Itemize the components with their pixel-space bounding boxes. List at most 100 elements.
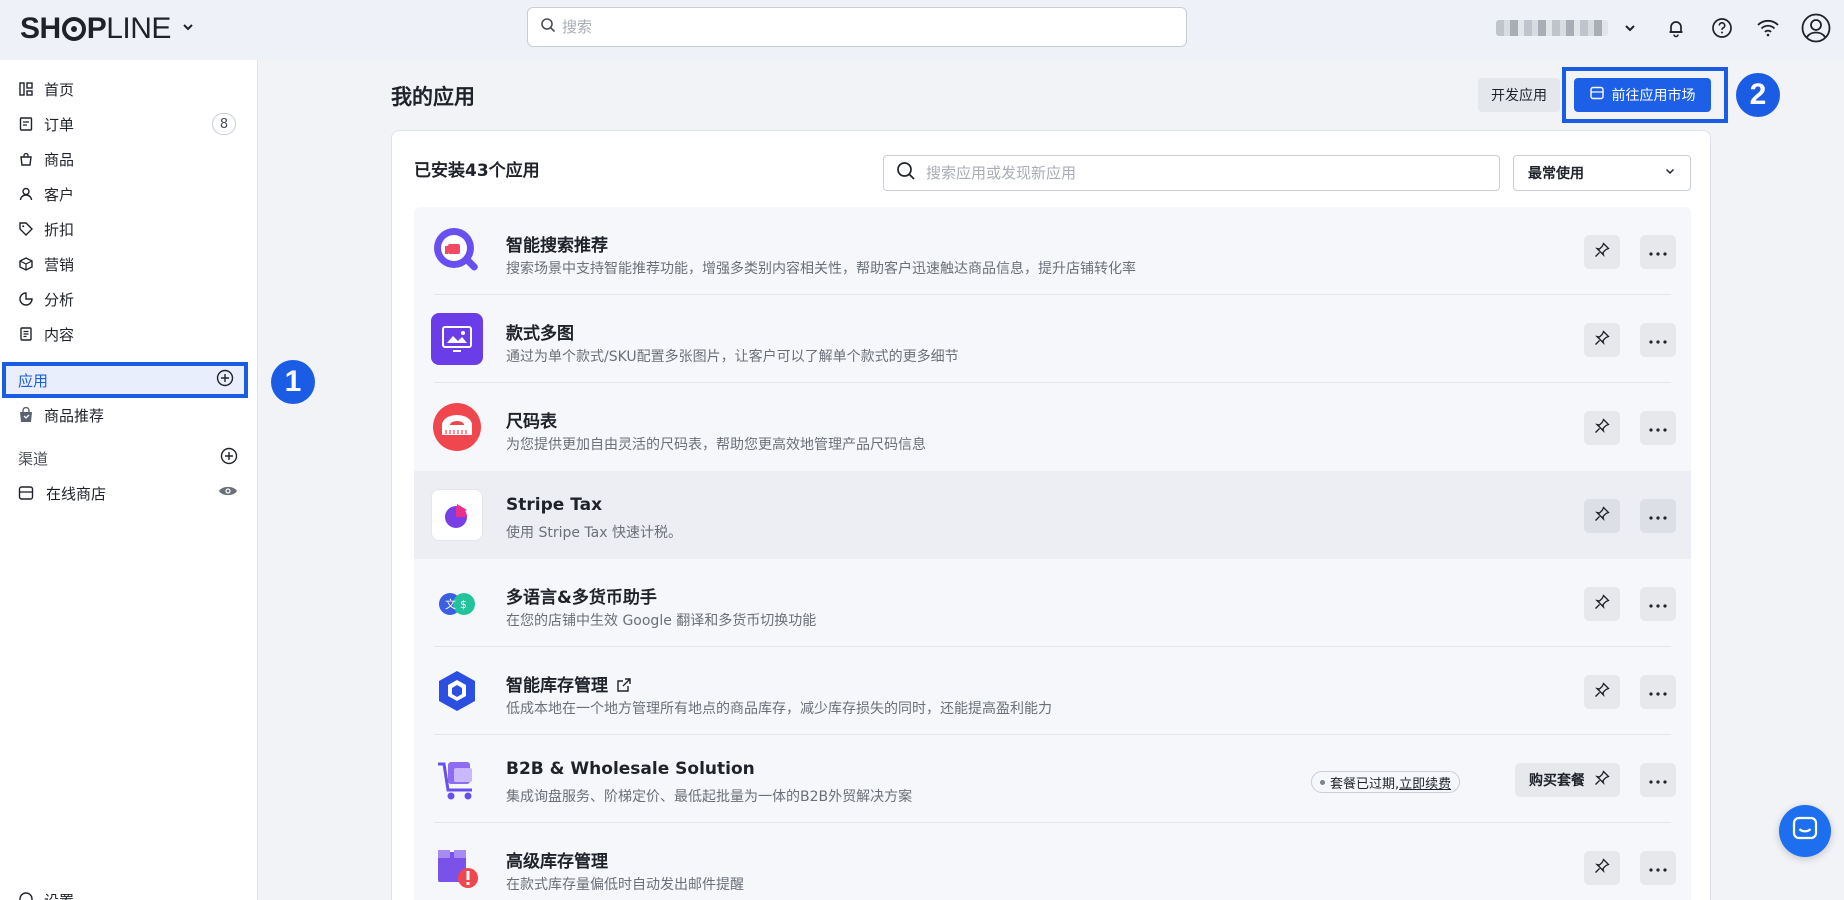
sidebar-item-label: 应用 [18,371,49,390]
more-options-button[interactable] [1640,323,1676,357]
settings-icon [18,891,34,900]
eye-icon[interactable] [218,484,238,502]
more-options-button[interactable] [1640,763,1676,797]
sidebar-item-product-recommendations[interactable]: 商品推荐 [0,399,258,431]
sidebar-item-label: 客户 [44,185,75,204]
app-row-size-chart[interactable]: 尺码表 为您提供更加自由灵活的尺码表，帮助您更高效地管理产品尺码信息 [414,383,1691,471]
sidebar-item-apps[interactable]: 应用 [2,362,248,398]
pin-icon [1594,682,1610,702]
chat-support-button[interactable] [1779,805,1831,857]
sidebar-item-analytics[interactable]: 分析 [0,283,258,315]
app-row-smart-inventory[interactable]: 智能库存管理 低成本地在一个地方管理所有地点的商品库存，减少库存损失的同时，还能… [414,647,1691,735]
more-icon [1649,860,1667,876]
sidebar-item-content[interactable]: 内容 [0,318,258,350]
app-row-b2b-wholesale[interactable]: B2B & Wholesale Solution 集成询盘服务、阶梯定价、最低起… [414,735,1691,823]
app-name: Stripe Tax [506,495,603,515]
logo-text-b: P [86,12,107,45]
sidebar-item-orders[interactable]: 订单 8 [0,108,258,140]
app-description: 在款式库存量偏低时自动发出邮件提醒 [506,877,744,893]
sidebar-item-home[interactable]: 首页 [0,73,258,105]
language-currency-app-icon: 文 $ [431,577,483,629]
app-row-advanced-inventory[interactable]: 高级库存管理 在款式库存量偏低时自动发出邮件提醒 [414,823,1691,900]
more-options-button[interactable] [1640,851,1676,885]
sidebar-item-customers[interactable]: 客户 [0,178,258,210]
pin-icon [1594,330,1610,350]
app-description: 为您提供更加自由灵活的尺码表，帮助您更高效地管理产品尺码信息 [506,437,926,453]
chevron-down-icon[interactable] [181,20,195,39]
orders-count-badge: 8 [212,113,236,135]
more-options-button[interactable] [1640,499,1676,533]
svg-text:$: $ [460,598,467,611]
app-row-stripe-tax[interactable]: Stripe Tax 使用 Stripe Tax 快速计税。 [414,471,1691,559]
app-name: B2B & Wholesale Solution [506,759,755,779]
pin-icon [1594,858,1610,878]
app-search-input[interactable] [926,164,1486,182]
more-options-button[interactable] [1640,411,1676,445]
app-row-smart-search[interactable]: 智能搜索推荐 搜索场景中支持智能推荐功能，增强多类别内容相关性，帮助客户迅速触达… [414,207,1691,295]
pin-button[interactable] [1584,235,1620,269]
global-search-input[interactable] [562,18,1162,36]
pin-button[interactable] [1584,675,1620,709]
sidebar: 首页 订单 8 商品 客户 折扣 营销 分析 内容 应用 商品推荐 渠道 在线商… [0,60,258,900]
app-list: 智能搜索推荐 搜索场景中支持智能推荐功能，增强多类别内容相关性，帮助客户迅速触达… [414,207,1691,900]
search-icon [540,17,556,37]
shopline-logo[interactable]: SH P LINE [20,12,195,46]
add-channel-icon[interactable] [220,447,238,469]
renew-now-link[interactable]: 立即续费 [1399,773,1451,792]
pin-button[interactable] [1584,587,1620,621]
more-icon [1649,596,1667,612]
sidebar-section-channels: 渠道 [0,442,258,474]
pin-button[interactable] [1584,411,1620,445]
wifi-icon[interactable] [1754,14,1782,42]
sidebar-item-label: 商品推荐 [44,406,105,425]
sort-select-value: 最常使用 [1528,166,1584,182]
store-name-blurred[interactable] [1496,20,1608,36]
sidebar-item-online-store[interactable]: 在线商店 [0,477,258,509]
smart-inventory-app-icon [431,665,483,717]
sidebar-item-discounts[interactable]: 折扣 [0,213,258,245]
help-icon[interactable] [1708,14,1736,42]
add-app-icon[interactable] [216,369,234,391]
app-name: 高级库存管理 [506,852,608,872]
sidebar-item-products[interactable]: 商品 [0,143,258,175]
account-icon[interactable] [1800,12,1832,44]
more-options-button[interactable] [1640,235,1676,269]
store-chevron-down-icon[interactable] [1616,14,1644,42]
app-name-text: 智能库存管理 [506,676,608,696]
app-row-multi-language-currency[interactable]: 文 $ 多语言&多货币助手 在您的店铺中生效 Google 翻译和多货币切换功能 [414,559,1691,647]
bell-icon[interactable] [1662,14,1690,42]
store-icon [1589,86,1604,104]
app-row-multi-image[interactable]: 款式多图 通过为单个款式/SKU配置多张图片，让客户可以了解单个款式的更多细节 [414,295,1691,383]
sort-select[interactable]: 最常使用 [1513,155,1691,191]
more-options-button[interactable] [1640,675,1676,709]
customers-icon [18,186,34,202]
pin-button[interactable] [1584,763,1620,797]
more-icon [1649,508,1667,524]
sidebar-item-marketing[interactable]: 营销 [0,248,258,280]
more-options-button[interactable] [1640,587,1676,621]
search-icon [896,161,916,185]
size-chart-app-icon [431,401,483,453]
products-icon [18,151,34,167]
pin-button[interactable] [1584,851,1620,885]
pin-button[interactable] [1584,323,1620,357]
develop-app-button[interactable]: 开发应用 [1478,78,1560,112]
pin-button[interactable] [1584,499,1620,533]
external-link-icon[interactable] [616,677,632,698]
app-description: 通过为单个款式/SKU配置多张图片，让客户可以了解单个款式的更多细节 [506,349,959,365]
app-search-box[interactable] [883,155,1500,191]
svg-text:文: 文 [445,597,456,611]
b2b-cart-app-icon [431,753,483,805]
global-search-box[interactable] [527,7,1187,47]
sidebar-item-label: 分析 [44,290,75,309]
content-icon [18,326,34,342]
more-icon [1649,420,1667,436]
sidebar-item-settings[interactable]: 设置 [18,890,74,900]
discount-tag-icon [18,221,34,237]
home-icon [18,81,34,97]
top-right-actions [1496,10,1832,46]
sidebar-item-label: 营销 [44,255,75,274]
advanced-inventory-app-icon [431,841,483,893]
market-button-label: 前往应用市场 [1611,88,1696,104]
go-to-app-market-button[interactable]: 前往应用市场 [1574,78,1711,112]
